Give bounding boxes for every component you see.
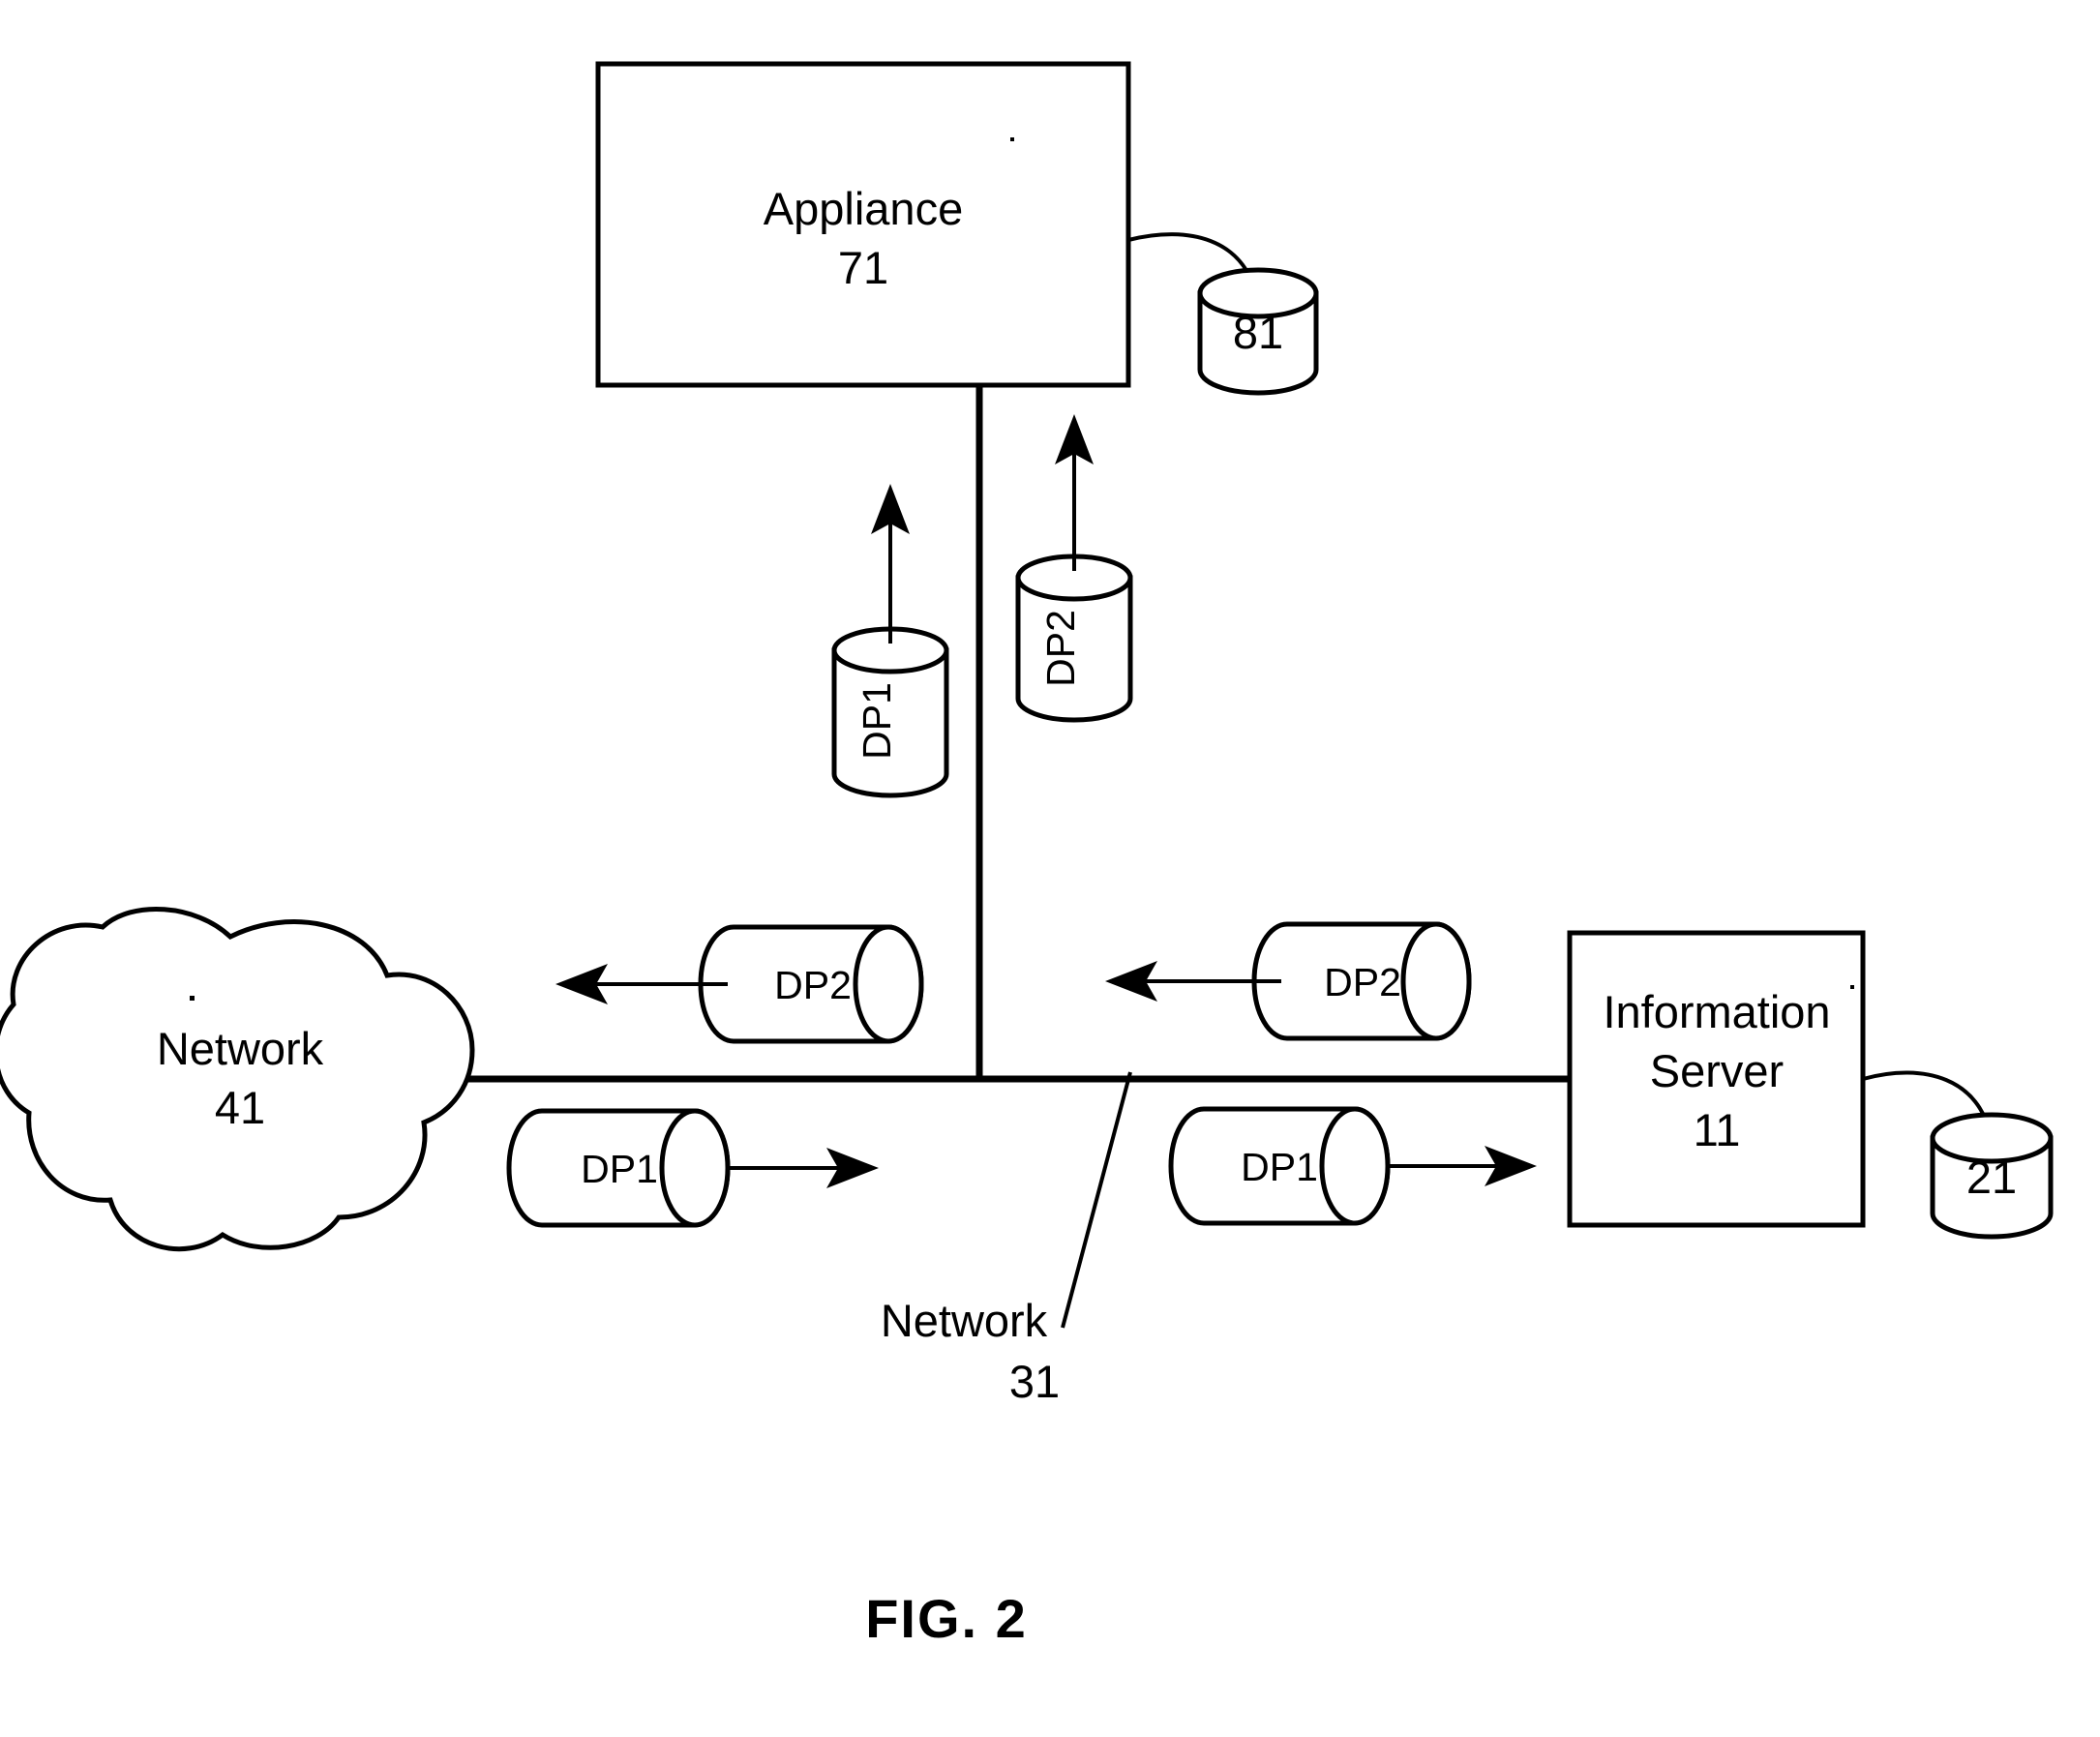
information-server-label-line2: Server	[1650, 1045, 1784, 1096]
network-41-cloud-shape[interactable]	[0, 906, 475, 1252]
dp1-right-label: DP1	[1241, 1145, 1318, 1189]
node-appliance[interactable]: Appliance 71	[595, 61, 1131, 388]
disk-81-label: 81	[1233, 307, 1283, 358]
storage-disk-81[interactable]: 81	[1197, 267, 1319, 396]
packet-network-dp2-left[interactable]: DP2	[555, 924, 924, 1044]
network-41-label-line1: Network	[157, 1023, 324, 1074]
packet-server-dp1[interactable]: DP1	[1168, 1106, 1537, 1226]
network-diagram-svg: Appliance 71 81 DP1 DP2 Network 41 DP2 D…	[0, 61, 2054, 1649]
server-scan-speck	[1850, 985, 1854, 989]
network-31-label-line1: Network	[881, 1295, 1048, 1346]
dp2-right-end-cap	[1400, 921, 1472, 1041]
storage-disk-21[interactable]: 21	[1930, 1112, 2054, 1240]
dp1-vertical-label: DP1	[855, 682, 899, 760]
patent-figure-canvas: Appliance 71 81 DP1 DP2 Network 41 DP2 D…	[0, 0, 2100, 1737]
information-server-label-line1: Information	[1603, 986, 1830, 1037]
appliance-label-line2: 71	[838, 242, 888, 293]
network-41-label-line2: 41	[215, 1082, 265, 1133]
dp1-left-end-cap	[659, 1108, 731, 1228]
dp2-left-label: DP2	[774, 963, 852, 1007]
packet-network-dp1-left[interactable]: DP1	[506, 1108, 879, 1228]
dp2-left-end-cap	[853, 924, 924, 1044]
packet-server-dp2[interactable]: DP2	[1105, 921, 1472, 1041]
appliance-label-line1: Appliance	[764, 183, 963, 234]
packet-appliance-in-dp1[interactable]: DP1	[831, 484, 949, 798]
network-31-leader-line	[1061, 1071, 1132, 1329]
information-server-label-line3: 11	[1694, 1104, 1741, 1155]
scan-speck	[1010, 137, 1014, 141]
network-31-label-line2: 31	[1009, 1356, 1060, 1407]
dp1-right-end-cap	[1319, 1106, 1391, 1226]
node-network-41[interactable]: Network 41	[0, 906, 475, 1252]
disk-21-label: 21	[1966, 1152, 2017, 1203]
dp2-vertical-label: DP2	[1038, 610, 1083, 687]
dp2-right-label: DP2	[1324, 960, 1401, 1004]
dp1-left-label: DP1	[581, 1147, 658, 1191]
cloud-scan-speck	[190, 996, 195, 1001]
packet-appliance-out-dp2[interactable]: DP2	[1015, 414, 1133, 723]
label-network-31: Network 31	[881, 1295, 1060, 1407]
node-information-server[interactable]: Information Server 11	[1567, 930, 1866, 1228]
figure-caption: FIG. 2	[865, 1588, 1028, 1649]
